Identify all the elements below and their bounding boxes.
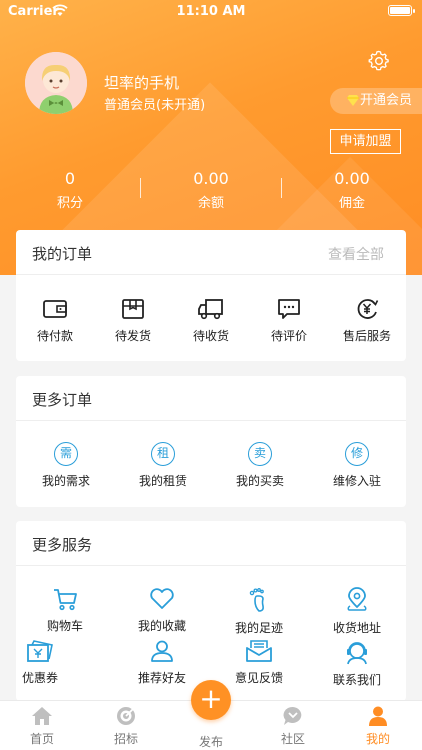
stat-label: 余额 (197, 196, 224, 211)
clock: 11:10 AM (176, 4, 246, 19)
stat-value: 0.00 (334, 169, 370, 188)
open-vip-label: 开通会员 (360, 93, 413, 108)
card-title: 我的订单 (32, 245, 93, 263)
wallet-icon (43, 300, 67, 318)
item-label: 维修入驻 (332, 474, 381, 488)
tab-bidding[interactable]: 招标 (91, 706, 161, 747)
order-status-label: 待收货 (192, 329, 229, 343)
tab-label: 我的 (365, 732, 390, 746)
card-title: 更多服务 (32, 536, 93, 554)
customer-service-icon (347, 642, 367, 665)
stat-commission[interactable]: 0.00 佣金 (282, 169, 422, 211)
stat-value: 0 (64, 169, 76, 188)
shopping-cart-item[interactable]: 购物车 (26, 587, 104, 634)
recommend-friend-item[interactable]: 推荐好友 (123, 639, 201, 686)
card-title: 更多订单 (32, 391, 93, 409)
stat-label: 积分 (56, 196, 83, 211)
trade-icon: 卖 (248, 442, 272, 466)
order-pending-shipment[interactable]: 待发货 (94, 297, 172, 344)
location-icon (347, 587, 367, 611)
open-vip-button[interactable]: 开通会员 (330, 88, 422, 114)
my-demands-item[interactable]: 需 我的需求 (27, 442, 105, 489)
mail-icon (246, 640, 272, 662)
order-pending-payment[interactable]: 待付款 (16, 297, 94, 344)
view-all-link[interactable]: 查看全部 (328, 244, 384, 264)
membership-level: 普通会员(未开通) (104, 98, 206, 113)
item-label: 我的买卖 (235, 474, 284, 488)
tab-label: 社区 (280, 732, 305, 746)
avatar[interactable] (25, 52, 87, 114)
apply-join-button[interactable]: 申请加盟 (330, 129, 401, 154)
coupon-icon (27, 640, 53, 662)
tab-label: 招标 (113, 732, 138, 746)
stat-value: 0.00 (193, 169, 229, 188)
footprints-item[interactable]: 我的足迹 (220, 587, 298, 636)
publish-button[interactable]: + (191, 680, 231, 720)
coupons-item[interactable]: 优惠券 (1, 639, 79, 686)
heart-icon (150, 588, 174, 609)
order-status-label: 待评价 (270, 329, 307, 343)
avatar-girl-icon (25, 52, 87, 114)
order-after-sales[interactable]: 售后服务 (328, 297, 406, 344)
tab-publish-label: 发布 (198, 735, 223, 749)
yen-refund-icon (357, 299, 379, 319)
home-icon (32, 707, 52, 725)
item-label: 优惠券 (21, 671, 58, 685)
target-icon (117, 707, 135, 725)
shipping-address-item[interactable]: 收货地址 (318, 587, 396, 636)
stat-points[interactable]: 0 积分 (0, 169, 140, 211)
feedback-item[interactable]: 意见反馈 (220, 639, 298, 686)
more-services-card: 更多服务 购物车 我的收藏 我的足迹 收货地址 优惠券 推荐好友 意见反馈 联系… (16, 521, 406, 701)
stat-balance[interactable]: 0.00 余额 (141, 169, 281, 211)
person-icon (151, 640, 173, 662)
item-label: 意见反馈 (234, 671, 283, 685)
item-label: 联系我们 (332, 673, 381, 687)
card-header: 更多订单 (16, 376, 406, 421)
stat-label: 佣金 (338, 196, 365, 211)
item-label: 我的租赁 (138, 474, 187, 488)
rental-icon: 租 (151, 442, 175, 466)
cart-icon (54, 589, 77, 611)
truck-icon (198, 299, 223, 320)
chat-bubble-icon (283, 706, 302, 725)
item-label: 我的收藏 (137, 619, 186, 633)
username: 坦率的手机 (104, 74, 180, 92)
my-rentals-item[interactable]: 租 我的租赁 (124, 442, 202, 489)
item-label: 我的足迹 (234, 621, 283, 635)
comment-icon (278, 299, 300, 319)
item-label: 推荐好友 (137, 671, 186, 685)
demand-icon: 需 (54, 442, 78, 466)
order-status-label: 售后服务 (342, 329, 391, 343)
tab-community[interactable]: 社区 (258, 706, 328, 747)
repair-join-item[interactable]: 修 维修入驻 (318, 442, 396, 489)
order-status-label: 待付款 (36, 329, 73, 343)
user-icon (369, 706, 387, 726)
battery-icon (388, 5, 415, 16)
contact-us-item[interactable]: 联系我们 (318, 639, 396, 688)
more-orders-card: 更多订单 需 我的需求 租 我的租赁 卖 我的买卖 修 维修入驻 (16, 376, 406, 507)
item-label: 收货地址 (332, 621, 381, 635)
diamond-icon (347, 95, 359, 106)
order-status-label: 待发货 (114, 329, 151, 343)
tab-home[interactable]: 首页 (7, 706, 77, 747)
item-label: 购物车 (46, 619, 83, 633)
order-pending-receipt[interactable]: 待收货 (172, 297, 250, 344)
card-header: 更多服务 (16, 521, 406, 566)
my-trades-item[interactable]: 卖 我的买卖 (221, 442, 299, 489)
status-bar: Carrier 11:10 AM (0, 0, 422, 22)
repair-icon: 修 (345, 442, 369, 466)
tab-label: 首页 (29, 732, 54, 746)
footprint-icon (249, 588, 264, 612)
my-orders-card: 我的订单 查看全部 待付款 待发货 待收货 待评价 售后服务 (16, 230, 406, 361)
gear-icon[interactable] (368, 50, 390, 72)
favorites-item[interactable]: 我的收藏 (123, 587, 201, 634)
tab-mine[interactable]: 我的 (343, 706, 413, 747)
card-header: 我的订单 查看全部 (16, 230, 406, 275)
order-pending-review[interactable]: 待评价 (250, 297, 328, 344)
item-label: 我的需求 (41, 474, 90, 488)
package-icon (122, 299, 144, 319)
